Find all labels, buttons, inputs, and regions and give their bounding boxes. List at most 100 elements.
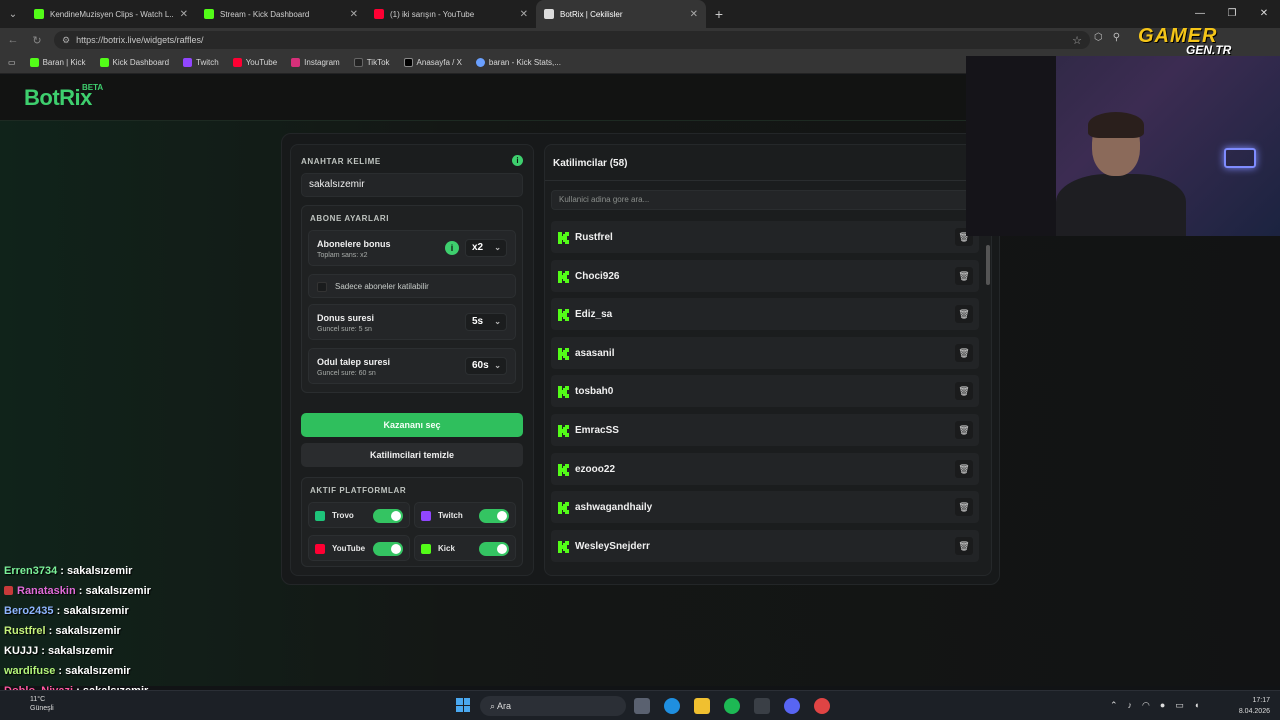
close-tab-icon[interactable]: ✕ [520, 9, 528, 20]
youtube-icon [232, 58, 242, 67]
screen: ⌄ KendineMuzisyen Clips - Watch L... ✕ S… [0, 0, 1280, 720]
display-icon[interactable]: ▭ [1175, 700, 1184, 711]
kick-icon [558, 231, 569, 244]
trovo-toggle[interactable] [373, 509, 403, 523]
weather-widget[interactable]: 11°C Güneşli [30, 695, 54, 713]
url-field[interactable]: ⚙ https://botrix.live/widgets/raffles/ ☆ [54, 31, 1090, 49]
reload-icon[interactable]: ↻ [30, 34, 44, 47]
trash-icon[interactable]: 🗑 [955, 343, 973, 362]
chat-text: sakalsızemir [67, 565, 133, 577]
subscriber-settings-title: ABONE AYARLARI [310, 214, 390, 223]
participant-row: WesleySnejderr 🗑 [551, 529, 979, 562]
twitch-icon [183, 58, 193, 67]
site-info-icon[interactable]: ⚙ [62, 35, 70, 46]
weather-temp: 11°C [30, 696, 46, 703]
close-tab-icon[interactable]: ✕ [690, 9, 698, 20]
extension-icon[interactable]: ⬡ [1094, 32, 1103, 43]
spin-time-select[interactable]: 5s ⌄ [465, 313, 507, 331]
participant-search-input[interactable]: Kullanici adina gore ara... [551, 190, 971, 210]
headset-icon[interactable]: ◠ [1142, 700, 1150, 711]
bookmark-youtube[interactable]: YouTube [232, 58, 277, 67]
minimize-icon[interactable]: — [1184, 0, 1216, 28]
task-view-icon[interactable] [634, 698, 650, 714]
close-window-icon[interactable]: ✕ [1248, 0, 1280, 28]
tab-youtube[interactable]: (1) iki sarışın - YouTube ✕ [366, 0, 536, 28]
info-icon[interactable]: i [445, 241, 459, 255]
participant-row: EmracSS 🗑 [551, 414, 979, 446]
bookmark-x[interactable]: Anasayfa / X [403, 58, 462, 67]
sub-bonus-subtitle: Toplam sans: x2 [317, 252, 368, 259]
twitch-toggle[interactable] [479, 509, 509, 523]
taskbar-search[interactable]: ⌕ Ara [480, 696, 626, 716]
tab-kick-clips[interactable]: KendineMuzisyen Clips - Watch L... ✕ [26, 0, 196, 28]
file-explorer-icon[interactable] [694, 698, 710, 714]
app-icon[interactable] [754, 698, 770, 714]
edge-icon[interactable] [664, 698, 680, 714]
maximize-icon[interactable]: ❐ [1216, 0, 1248, 28]
trash-icon[interactable]: 🗑 [955, 421, 973, 439]
bookmark-instagram[interactable]: Instagram [291, 58, 340, 67]
bookmark-star-icon[interactable]: ☆ [1072, 34, 1082, 47]
youtube-icon [315, 544, 325, 554]
subscriber-settings: ABONE AYARLARI Abonelere bonus Toplam sa… [301, 205, 523, 393]
close-tab-icon[interactable]: ✕ [350, 9, 358, 20]
participant-list-scrollbar[interactable] [986, 245, 990, 285]
clear-participants-button[interactable]: Katilimcilari temizle [301, 443, 523, 467]
tab-search-icon[interactable]: ⌄ [0, 0, 26, 28]
streamer-body [1056, 174, 1186, 236]
trash-icon[interactable]: 🗑 [955, 266, 973, 285]
close-tab-icon[interactable]: ✕ [180, 9, 188, 20]
spotify-icon[interactable] [724, 698, 740, 714]
trash-icon[interactable]: 🗑 [955, 536, 973, 555]
keyword-input[interactable]: sakalsızemir [301, 173, 523, 197]
tab-kick-dashboard[interactable]: Stream - Kick Dashboard ✕ [196, 0, 366, 28]
start-icon[interactable] [456, 698, 470, 712]
bookmark-kick-stats[interactable]: baran - Kick Stats,... [475, 58, 561, 67]
chat-message: Erren3734 : sakalsızemir [4, 565, 133, 577]
claim-time-select[interactable]: 60s ⌄ [465, 357, 507, 375]
back-icon[interactable]: ← [6, 34, 20, 46]
speaker-icon[interactable]: ♪ [1128, 700, 1133, 711]
youtube-toggle[interactable] [373, 542, 403, 556]
chat-username: KUJJJ [4, 645, 39, 657]
puzzle-icon[interactable]: ⚲ [1113, 32, 1120, 43]
kick-icon [558, 540, 569, 553]
streamer-hair [1088, 112, 1144, 138]
volume-icon[interactable]: ◖ [1194, 700, 1199, 711]
x-icon [403, 58, 413, 67]
bookmark-baran-kick[interactable]: Baran | Kick [29, 58, 86, 67]
chat-text: sakalsızemir [63, 605, 129, 617]
info-icon[interactable]: i [512, 155, 523, 166]
bookmark-tiktok[interactable]: TikTok [353, 58, 390, 67]
mic-icon[interactable]: ● [1160, 700, 1165, 711]
participant-row: asasanil 🗑 [551, 336, 979, 369]
trash-icon[interactable]: 🗑 [955, 382, 973, 401]
tab-botrix[interactable]: BotRix | Cekilisler ✕ [536, 0, 706, 28]
sub-bonus-row: Abonelere bonus Toplam sans: x2 i x2 ⌄ [308, 230, 516, 266]
new-tab-icon[interactable]: + [706, 6, 732, 22]
discord-icon[interactable] [784, 698, 800, 714]
kick-icon [421, 544, 431, 554]
bookmark-kick-dashboard[interactable]: Kick Dashboard [99, 58, 169, 67]
app-icon[interactable] [814, 698, 830, 714]
chat-overlay: Erren3734 : sakalsızemir Ranataskin : sak… [4, 564, 151, 704]
kick-toggle[interactable] [479, 542, 509, 556]
participant-row: Choci926 🗑 [551, 259, 979, 292]
webcam-background [966, 56, 1056, 236]
trash-icon[interactable]: 🗑 [955, 305, 973, 324]
pick-winner-button[interactable]: Kazananı seç [301, 413, 523, 437]
clock[interactable]: 17:17 8.04.2026 [1230, 695, 1270, 717]
sub-only-checkbox[interactable] [317, 282, 327, 292]
spin-time-title: Donus suresi [317, 313, 375, 323]
trash-icon[interactable]: 🗑 [955, 459, 973, 478]
sub-bonus-select[interactable]: x2 ⌄ [465, 239, 507, 257]
sub-only-row[interactable]: Sadece aboneler katilabilir [308, 274, 516, 298]
taskbar-apps [634, 698, 830, 714]
reading-list-icon[interactable]: ▭ [8, 58, 16, 67]
bookmark-twitch[interactable]: Twitch [183, 58, 219, 67]
participant-name: tosbah0 [575, 386, 614, 398]
trash-icon[interactable]: 🗑 [955, 498, 973, 517]
chevron-up-icon[interactable]: ⌃ [1110, 700, 1118, 711]
chat-message: Bero2435 : sakalsızemir [4, 605, 129, 617]
url-text: https://botrix.live/widgets/raffles/ [76, 35, 204, 45]
